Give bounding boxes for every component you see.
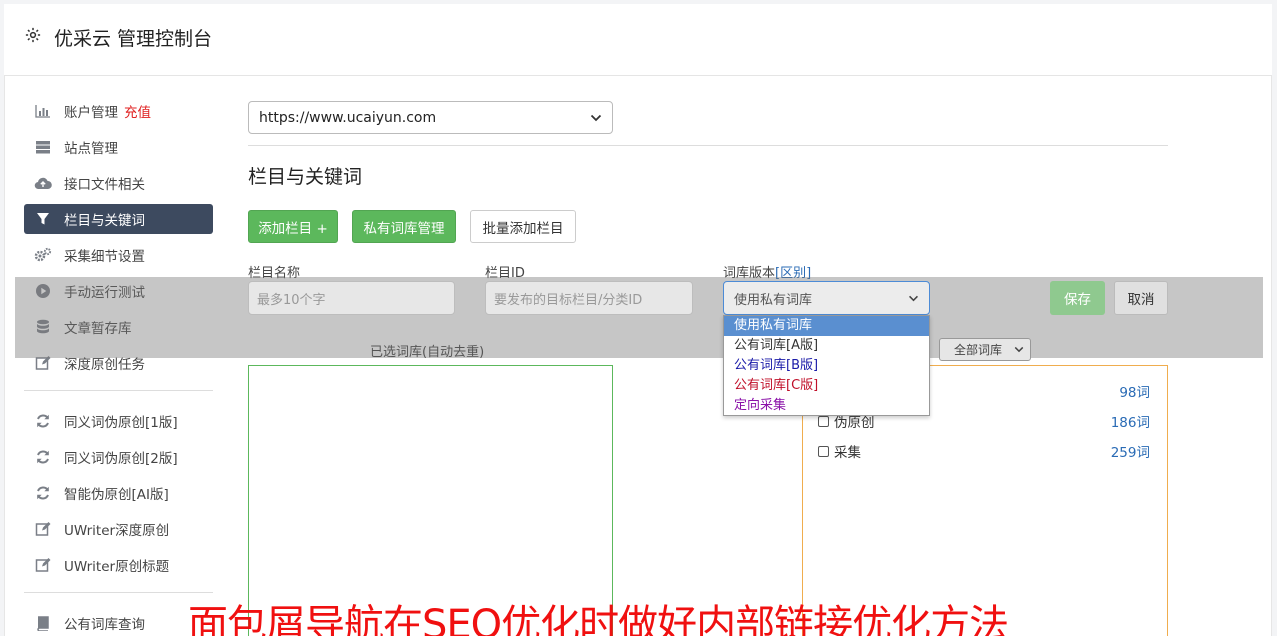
dropdown-option-private[interactable]: 使用私有词库 xyxy=(724,316,929,336)
private-lib-button[interactable]: 私有词库管理 xyxy=(352,210,456,243)
sidebar-item-interface-files[interactable]: 接口文件相关 xyxy=(24,168,213,198)
column-id-placeholder: 要发布的目标栏目/分类ID xyxy=(494,292,643,308)
lib-count: 98词 xyxy=(1119,385,1150,401)
dropdown-option-public-a[interactable]: 公有词库[A版] xyxy=(724,336,929,356)
sidebar-item-sites[interactable]: 站点管理 xyxy=(24,132,213,162)
lib-name: 采集 xyxy=(834,445,861,461)
lib-filter-select[interactable]: 全部词库 xyxy=(939,338,1031,361)
selected-libs-label: 已选词库(自动去重) xyxy=(370,345,485,360)
filter-icon xyxy=(34,211,52,227)
sidebar: 账户管理 充值 站点管理 接口文件相关 栏目与关键词 采集细节设置 手动运行测试 xyxy=(24,96,213,636)
chevron-down-icon xyxy=(590,114,602,121)
chevron-down-icon xyxy=(1014,346,1024,353)
dropdown-option-directed[interactable]: 定向采集 xyxy=(724,396,929,416)
chevron-down-icon xyxy=(909,295,918,301)
lib-count: 186词 xyxy=(1110,415,1150,431)
refresh-icon xyxy=(34,413,52,429)
page-title: 优采云 管理控制台 xyxy=(54,28,213,50)
sidebar-item-account[interactable]: 账户管理 充值 xyxy=(24,96,213,126)
add-column-button[interactable]: 添加栏目 + xyxy=(248,210,338,243)
sidebar-item-label: UWriter深度原创 xyxy=(64,523,170,539)
sidebar-item-label: 账户管理 xyxy=(64,105,118,121)
batch-add-button[interactable]: 批量添加栏目 xyxy=(470,210,576,243)
sidebar-divider xyxy=(24,390,213,391)
gear-icon xyxy=(25,27,41,43)
page-header: 优采云 管理控制台 xyxy=(4,4,1272,76)
sidebar-item-synonym-v2[interactable]: 同义词伪原创[2版] xyxy=(24,442,213,472)
version-select[interactable]: 使用私有词库 xyxy=(723,281,930,315)
refresh-icon xyxy=(34,485,52,501)
sidebar-item-columns-keywords[interactable]: 栏目与关键词 xyxy=(24,204,213,234)
sidebar-item-synonym-v1[interactable]: 同义词伪原创[1版] xyxy=(24,406,213,436)
sidebar-item-label: 栏目与关键词 xyxy=(64,213,145,229)
section-title: 栏目与关键词 xyxy=(248,166,363,188)
cancel-button[interactable]: 取消 xyxy=(1114,281,1168,315)
sidebar-item-label: 同义词伪原创[2版] xyxy=(64,451,178,467)
sidebar-item-uwriter-deep[interactable]: UWriter深度原创 xyxy=(24,514,213,544)
lib-checkbox[interactable] xyxy=(818,445,829,457)
server-icon xyxy=(34,139,52,155)
save-button[interactable]: 保存 xyxy=(1050,281,1105,315)
version-dropdown: 使用私有词库 公有词库[A版] 公有词库[B版] 公有词库[C版] 定向采集 xyxy=(723,315,930,416)
sidebar-item-label: 采集细节设置 xyxy=(64,249,145,265)
column-id-input[interactable]: 要发布的目标栏目/分类ID xyxy=(485,281,693,315)
cogs-icon xyxy=(34,247,52,263)
sidebar-item-label: 智能伪原创[AI版] xyxy=(64,487,169,503)
refresh-icon xyxy=(34,449,52,465)
column-name-input[interactable]: 最多10个字 xyxy=(248,281,455,315)
lib-count: 259词 xyxy=(1110,445,1150,461)
sidebar-item-public-lib-query[interactable]: 公有词库查询 xyxy=(24,608,213,636)
dropdown-option-public-b[interactable]: 公有词库[B版] xyxy=(724,356,929,376)
lib-label: 采集 xyxy=(818,441,861,461)
article-title-banner: 面包屑导航在SEO优化时做好内部链接优化方法 xyxy=(188,602,1009,636)
sidebar-item-uwriter-title[interactable]: UWriter原创标题 xyxy=(24,550,213,580)
bar-chart-icon xyxy=(34,103,52,119)
sidebar-item-collect-settings[interactable]: 采集细节设置 xyxy=(24,240,213,270)
sidebar-item-label: 接口文件相关 xyxy=(64,177,145,193)
edit-icon xyxy=(34,521,52,537)
version-select-value: 使用私有词库 xyxy=(734,292,813,308)
divider xyxy=(248,145,1168,146)
column-name-placeholder: 最多10个字 xyxy=(257,292,326,308)
sidebar-item-label: UWriter原创标题 xyxy=(64,559,170,575)
sidebar-divider xyxy=(24,592,213,593)
book-icon xyxy=(34,615,52,631)
edit-icon xyxy=(34,557,52,573)
sidebar-item-label: 公有词库查询 xyxy=(64,617,145,633)
dropdown-option-public-c[interactable]: 公有词库[C版] xyxy=(724,376,929,396)
site-select[interactable]: https://www.ucaiyun.com xyxy=(248,101,613,134)
cloud-upload-icon xyxy=(34,175,52,191)
site-select-value: https://www.ucaiyun.com xyxy=(259,109,437,126)
lib-checkbox[interactable] xyxy=(818,415,829,427)
sidebar-item-label: 站点管理 xyxy=(64,141,118,157)
recharge-link[interactable]: 充值 xyxy=(124,101,151,121)
sidebar-item-ai-rewrite[interactable]: 智能伪原创[AI版] xyxy=(24,478,213,508)
lib-row[interactable]: 采集 259词 xyxy=(818,441,1150,461)
lib-filter-value: 全部词库 xyxy=(954,343,1003,357)
sidebar-item-label: 同义词伪原创[1版] xyxy=(64,415,178,431)
